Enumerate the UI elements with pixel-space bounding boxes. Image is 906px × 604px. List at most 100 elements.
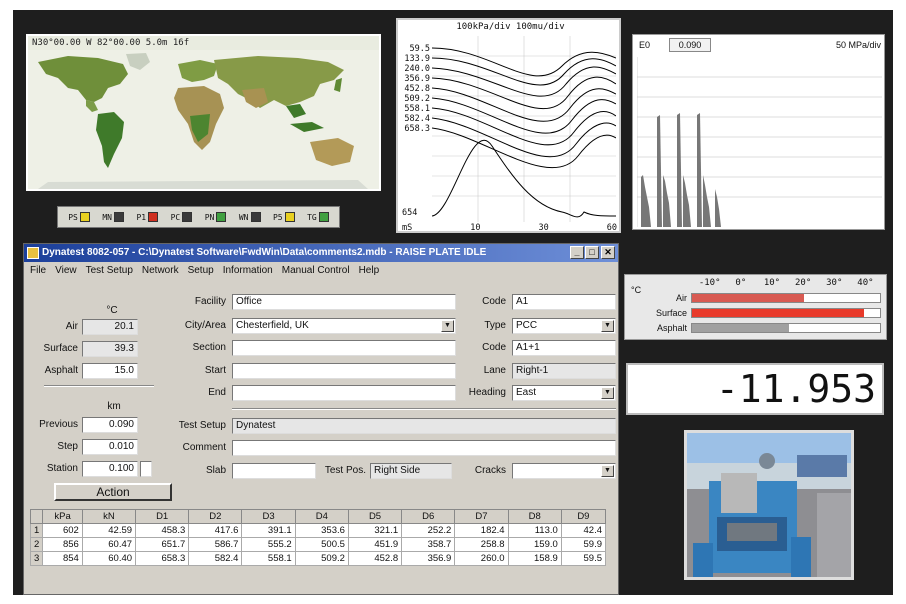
code-2-field[interactable]: A1+1 bbox=[512, 340, 616, 356]
menu-bar: File View Test Setup Network Setup Infor… bbox=[24, 262, 618, 278]
temperature-bar bbox=[692, 324, 789, 332]
grid-header bbox=[29, 509, 44, 524]
air-label: Air bbox=[65, 321, 78, 332]
grid-header: D9 bbox=[560, 509, 607, 524]
modulus-bar-panel: E0 0.090 50 MPa/div bbox=[632, 34, 885, 230]
menu-test-setup[interactable]: Test Setup bbox=[86, 265, 133, 276]
chevron-down-icon: ▼ bbox=[441, 320, 454, 332]
air-temperature-field: 20.1 bbox=[82, 319, 138, 335]
asphalt-temperature-field[interactable]: 15.0 bbox=[82, 363, 138, 379]
temperature-row-surface: Surface bbox=[629, 307, 884, 319]
slab-label: Slab bbox=[205, 465, 226, 476]
distance-unit-label: km bbox=[107, 401, 121, 412]
legend-item: P1 bbox=[136, 212, 159, 222]
facility-label: Facility bbox=[194, 296, 226, 307]
section-field[interactable] bbox=[232, 340, 456, 356]
temperature-tick: 30° bbox=[826, 278, 843, 288]
menu-network[interactable]: Network bbox=[142, 265, 179, 276]
grid-header: D2 bbox=[188, 509, 243, 524]
grid-header-row: kPa kN D1 D2 D3 D4 D5 D6 D7 D8 D9 bbox=[29, 509, 607, 524]
temperature-tick: 10° bbox=[763, 278, 781, 288]
section-label: Section bbox=[192, 342, 226, 353]
legend-item: WN bbox=[239, 212, 261, 222]
waveform-value: 356.9 bbox=[404, 74, 430, 84]
action-button[interactable]: Action bbox=[54, 483, 172, 501]
app-icon bbox=[27, 247, 39, 259]
menu-manual-control[interactable]: Manual Control bbox=[282, 265, 350, 276]
test-setup-label: Test Setup bbox=[178, 420, 226, 431]
start-field[interactable] bbox=[232, 363, 456, 379]
cracks-dropdown[interactable]: ▼ bbox=[512, 463, 616, 479]
modulus-scale: 50 MPa/div bbox=[835, 40, 881, 50]
modulus-label: E0 bbox=[639, 40, 651, 50]
legend-item: TG bbox=[307, 212, 329, 222]
status-legend: PS MN P1 PC PN WN P5 TG bbox=[57, 206, 340, 228]
close-button[interactable]: ✕ bbox=[601, 246, 615, 259]
code-2-label: Code bbox=[482, 342, 506, 353]
menu-information[interactable]: Information bbox=[223, 265, 273, 276]
legend-item: PN bbox=[205, 212, 227, 222]
legend-item: PS bbox=[68, 212, 90, 222]
waveform-axis-value: 654 bbox=[402, 208, 418, 218]
menu-setup[interactable]: Setup bbox=[188, 265, 214, 276]
legend-item: PC bbox=[171, 212, 193, 222]
temperature-bar bbox=[692, 294, 805, 302]
station-label: Station bbox=[46, 463, 78, 474]
heading-dropdown[interactable]: East ▼ bbox=[512, 385, 616, 401]
table-row[interactable]: 2 856 60.47 651.7 586.7 555.2 500.5 451.… bbox=[29, 537, 607, 552]
world-map-panel: N30°00.00 W 82°00.00 5.0m 16f bbox=[26, 34, 381, 191]
previous-station-field[interactable]: 0.090 bbox=[82, 417, 138, 433]
chevron-down-icon: ▼ bbox=[601, 465, 614, 477]
menu-view[interactable]: View bbox=[55, 265, 77, 276]
temperature-scale: -10° 0° 10° 20° 30° 40° bbox=[691, 278, 887, 288]
menu-help[interactable]: Help bbox=[359, 265, 380, 276]
fwd-equipment-photo bbox=[687, 433, 851, 577]
temperature-row-asphalt: Asphalt bbox=[629, 322, 884, 334]
status-indicator bbox=[318, 212, 329, 222]
status-indicator bbox=[114, 212, 124, 222]
station-field[interactable]: 0.100 bbox=[82, 461, 138, 477]
code-field[interactable]: A1 bbox=[512, 294, 616, 310]
end-label: End bbox=[208, 387, 226, 398]
gps-coordinates: N30°00.00 W 82°00.00 5.0m 16f bbox=[32, 38, 190, 48]
table-row[interactable]: 1 602 42.59 458.3 417.6 391.1 353.6 321.… bbox=[29, 523, 607, 538]
deflection-waveform bbox=[432, 36, 616, 222]
type-dropdown[interactable]: PCC ▼ bbox=[512, 318, 616, 334]
minimize-button[interactable]: _ bbox=[570, 246, 584, 259]
temperature-tick: 20° bbox=[794, 278, 812, 288]
waveform-panel: 100kPa/div 100mu/div 59.5 133.9 240.0 35… bbox=[396, 18, 621, 233]
divider bbox=[232, 408, 616, 410]
cracks-label: Cracks bbox=[474, 465, 506, 476]
waveform-value: 133.9 bbox=[404, 54, 430, 64]
comment-label: Comment bbox=[182, 442, 226, 453]
camera-view bbox=[684, 430, 854, 580]
facility-field[interactable]: Office bbox=[232, 294, 456, 310]
modulus-value: 0.090 bbox=[669, 38, 711, 52]
slab-field[interactable] bbox=[232, 463, 316, 479]
window-title-bar[interactable]: Dynatest 8082-057 - C:\Dynatest Software… bbox=[24, 244, 618, 262]
table-row[interactable]: 3 854 60.40 658.3 582.4 558.1 509.2 452.… bbox=[29, 551, 607, 566]
grid-header: D7 bbox=[454, 509, 509, 524]
comment-field[interactable] bbox=[232, 440, 616, 456]
end-field[interactable] bbox=[232, 385, 456, 401]
waveform-x-axis: mS 10 30 60 bbox=[402, 223, 617, 233]
menu-file[interactable]: File bbox=[30, 265, 46, 276]
temperature-unit-label: °C bbox=[106, 305, 118, 316]
lane-field: Right-1 bbox=[512, 363, 616, 379]
legend-item: MN bbox=[102, 212, 124, 222]
status-indicator bbox=[284, 212, 295, 222]
maximize-button[interactable]: □ bbox=[585, 246, 599, 259]
station-spinner[interactable] bbox=[140, 461, 152, 477]
status-indicator bbox=[79, 212, 90, 222]
step-field[interactable]: 0.010 bbox=[82, 439, 138, 455]
temperature-bar bbox=[692, 309, 865, 317]
temperature-tick: -10° bbox=[698, 278, 721, 288]
grid-header: kPa bbox=[42, 509, 83, 524]
surface-temperature-field: 39.3 bbox=[82, 341, 138, 357]
status-indicator bbox=[182, 212, 193, 222]
temperature-panel: °C -10° 0° 10° 20° 30° 40° Air Surface A… bbox=[624, 274, 887, 340]
city-area-label: City/Area bbox=[184, 320, 226, 331]
chevron-down-icon: ▼ bbox=[601, 320, 614, 332]
city-area-dropdown[interactable]: Chesterfield, UK ▼ bbox=[232, 318, 456, 334]
start-label: Start bbox=[204, 365, 226, 376]
